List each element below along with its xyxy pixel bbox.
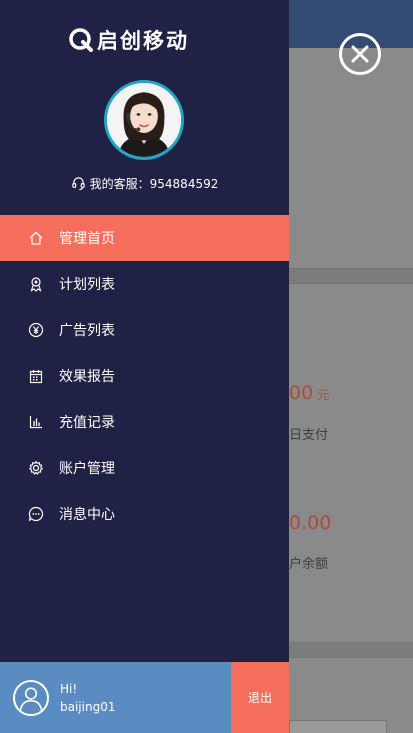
background-caption-2: 户余额 (289, 557, 329, 572)
background-input (289, 720, 387, 733)
plan-icon (28, 276, 44, 292)
home-icon (28, 230, 44, 246)
menu-item-label: 管理首页 (59, 231, 115, 247)
chat-icon (28, 506, 44, 522)
background-caption-1: 日支付 (289, 428, 329, 443)
calendar-icon (28, 368, 44, 384)
menu-item-messages[interactable]: 消息中心 (0, 491, 289, 537)
gear-icon (28, 460, 44, 476)
menu-item-home[interactable]: 管理首页 (0, 215, 289, 261)
user-panel[interactable]: Hi! baijing01 (0, 662, 231, 733)
bar-chart-icon (28, 414, 44, 430)
menu-item-recharge[interactable]: 充值记录 (0, 399, 289, 445)
user-info: Hi! baijing01 (60, 680, 115, 716)
background-divider (289, 642, 413, 658)
brand-logo: 启创移动 (68, 25, 189, 55)
background-amount-2: 0.00 (289, 512, 332, 534)
drawer-menu: 管理首页 计划列表 广告列表 效果报告 充值记录 账户管理 消息中心 (0, 215, 289, 537)
user-avatar-icon (13, 679, 49, 716)
menu-item-label: 广告列表 (59, 323, 115, 339)
menu-item-reports[interactable]: 效果报告 (0, 353, 289, 399)
menu-item-label: 账户管理 (59, 461, 115, 477)
menu-item-label: 效果报告 (59, 369, 115, 385)
yen-icon (28, 322, 44, 338)
close-button[interactable] (339, 33, 381, 75)
menu-item-label: 充值记录 (59, 415, 115, 431)
menu-item-account[interactable]: 账户管理 (0, 445, 289, 491)
menu-item-plans[interactable]: 计划列表 (0, 261, 289, 307)
customer-service-line: 我的客服：954884592 (0, 175, 289, 192)
background-divider (289, 268, 413, 284)
service-avatar (104, 80, 184, 160)
side-drawer: 启创移动 我的客服：954884592 管理首页 计划列表 广告列表 效果报告 … (0, 0, 289, 733)
service-label: 我的客服：954884592 (89, 177, 219, 191)
brand-name: 启创移动 (97, 29, 189, 53)
user-greeting: Hi! (60, 681, 78, 696)
logout-button[interactable]: 退出 (231, 662, 289, 733)
menu-item-ads[interactable]: 广告列表 (0, 307, 289, 353)
user-name: baijing01 (60, 699, 116, 714)
background-amount-1: 00 元 (289, 382, 330, 404)
headset-icon (71, 177, 85, 191)
logo-q-icon (69, 28, 93, 52)
close-icon (351, 45, 369, 63)
menu-item-label: 消息中心 (59, 507, 115, 523)
menu-item-label: 计划列表 (59, 277, 115, 293)
